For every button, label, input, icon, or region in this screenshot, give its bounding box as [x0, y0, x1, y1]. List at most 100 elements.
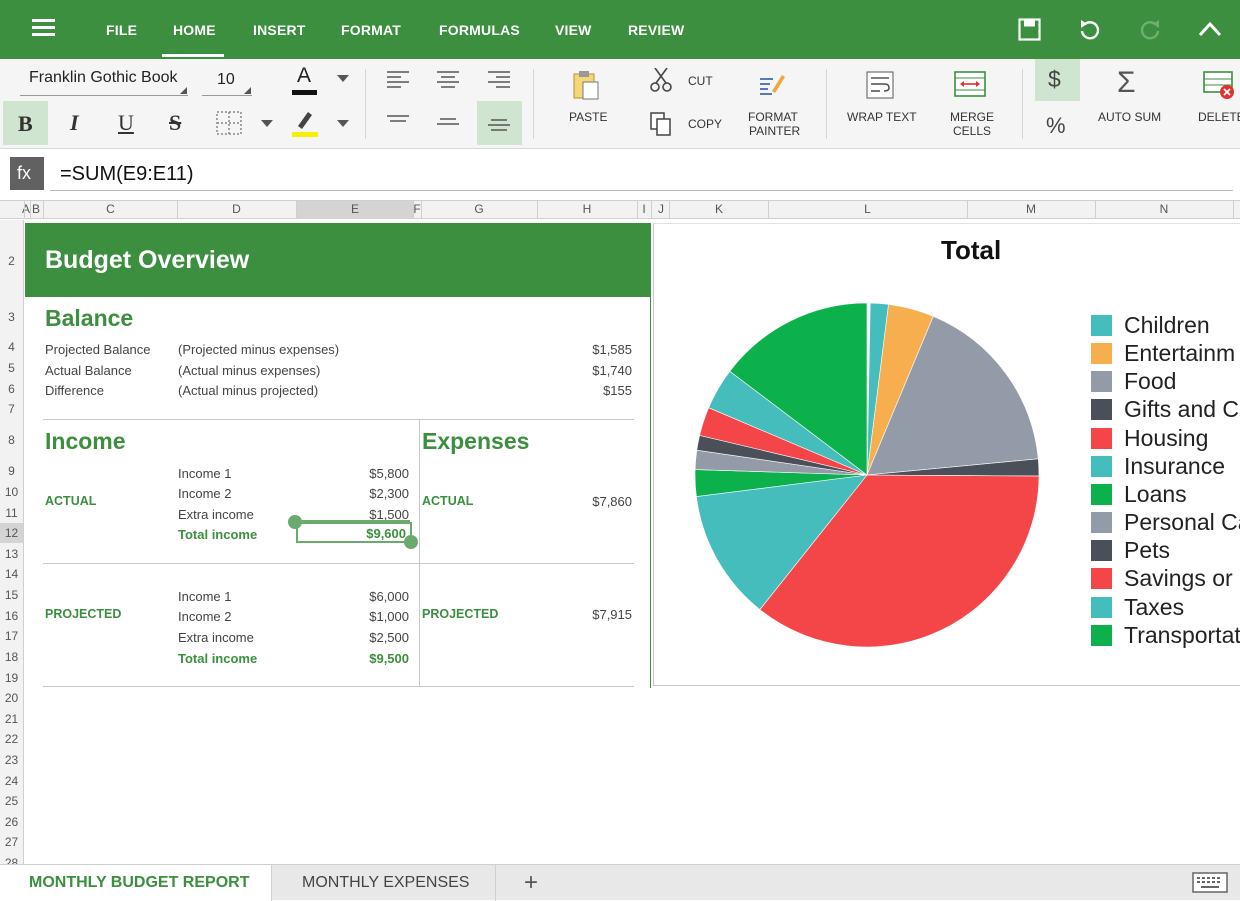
align-left-icon[interactable] — [387, 71, 409, 89]
income-item-value[interactable]: $1,000 — [369, 609, 409, 624]
font-size-select[interactable]: 10 — [202, 68, 252, 96]
wrap-text-label[interactable]: WRAP TEXT — [847, 110, 917, 124]
undo-icon[interactable] — [1078, 18, 1102, 42]
row-header[interactable]: 6 — [0, 382, 23, 396]
menu-review[interactable]: REVIEW — [628, 22, 684, 38]
menu-insert[interactable]: INSERT — [253, 22, 306, 38]
expenses-projected-value[interactable]: $7,915 — [592, 607, 632, 622]
balance-note[interactable]: (Projected minus expenses) — [178, 342, 339, 357]
keyboard-icon[interactable] — [1192, 872, 1228, 893]
row-header[interactable]: 8 — [0, 433, 23, 447]
menu-view[interactable]: VIEW — [555, 22, 592, 38]
tab-monthly-budget-report[interactable]: MONTHLY BUDGET REPORT — [0, 865, 272, 901]
balance-note[interactable]: (Actual minus expenses) — [178, 363, 320, 378]
row-header[interactable]: 3 — [0, 310, 23, 324]
income-item-label[interactable]: Income 2 — [178, 609, 231, 624]
sigma-icon[interactable]: Σ — [1117, 66, 1136, 100]
add-sheet-button[interactable]: + — [524, 869, 538, 897]
menu-home[interactable]: HOME — [173, 22, 216, 38]
column-header[interactable]: B — [30, 202, 42, 216]
align-middle-icon[interactable] — [437, 117, 459, 129]
wrap-text-icon[interactable] — [866, 71, 894, 99]
align-top-icon[interactable] — [387, 115, 409, 127]
row-header[interactable]: 25 — [0, 794, 23, 808]
borders-icon[interactable] — [216, 111, 242, 135]
menu-formulas[interactable]: FORMULAS — [439, 22, 520, 38]
strikethrough-button[interactable]: S — [169, 110, 181, 136]
row-header[interactable]: 22 — [0, 732, 23, 746]
cut-icon[interactable] — [650, 68, 672, 92]
column-header[interactable]: H — [537, 202, 637, 216]
font-name-select[interactable]: Franklin Gothic Book — [20, 68, 188, 96]
row-header[interactable]: 5 — [0, 361, 23, 375]
income-item-label[interactable]: Income 2 — [178, 486, 231, 501]
delete-cells-icon[interactable] — [1203, 71, 1235, 99]
row-header[interactable]: 11 — [0, 506, 23, 520]
row-header[interactable]: 15 — [0, 588, 23, 602]
row-header[interactable]: 13 — [0, 547, 23, 561]
balance-label[interactable]: Difference — [45, 383, 104, 398]
income-item-value[interactable]: $2,300 — [369, 486, 409, 501]
column-header[interactable]: I — [637, 202, 651, 216]
row-header[interactable]: 10 — [0, 485, 23, 499]
hamburger-menu-icon[interactable] — [32, 19, 56, 37]
balance-label[interactable]: Projected Balance — [45, 342, 151, 357]
column-header[interactable]: E — [296, 202, 414, 216]
merge-cells-icon[interactable] — [954, 71, 986, 97]
income-item-label[interactable]: Extra income — [178, 507, 254, 522]
column-header[interactable]: C — [44, 202, 177, 216]
balance-value[interactable]: $1,740 — [592, 363, 632, 378]
expenses-projected-label[interactable]: PROJECTED — [422, 607, 498, 621]
highlight-dropdown-icon[interactable] — [337, 120, 349, 127]
row-header[interactable]: 2 — [0, 254, 23, 268]
column-header[interactable]: D — [177, 202, 296, 216]
income-item-label[interactable]: Extra income — [178, 630, 254, 645]
paste-label[interactable]: PASTE — [569, 110, 607, 124]
total-income-value[interactable]: $9,500 — [369, 651, 409, 666]
total-income-label[interactable]: Total income — [178, 651, 257, 666]
column-header[interactable]: M — [967, 202, 1095, 216]
row-header[interactable]: 21 — [0, 712, 23, 726]
income-projected-label[interactable]: PROJECTED — [45, 607, 121, 621]
percent-button[interactable]: % — [1046, 113, 1066, 139]
row-header[interactable]: 7 — [0, 402, 23, 416]
column-header[interactable]: K — [670, 202, 768, 216]
row-header[interactable]: 16 — [0, 609, 23, 623]
row-header[interactable]: 23 — [0, 753, 23, 767]
income-item-value[interactable]: $2,500 — [369, 630, 409, 645]
column-header[interactable]: G — [421, 202, 537, 216]
font-color-button[interactable]: A — [290, 64, 318, 95]
copy-label[interactable]: COPY — [688, 117, 722, 131]
save-icon[interactable] — [1018, 18, 1041, 41]
auto-sum-label[interactable]: AUTO SUM — [1098, 110, 1161, 124]
bold-button[interactable]: B — [3, 101, 48, 145]
row-header[interactable]: 26 — [0, 815, 23, 829]
borders-dropdown-icon[interactable] — [261, 120, 273, 127]
expenses-actual-value[interactable]: $7,860 — [592, 494, 632, 509]
row-header[interactable]: 19 — [0, 671, 23, 685]
align-bottom-button[interactable] — [477, 101, 522, 145]
column-header[interactable]: N — [1095, 202, 1233, 216]
tab-monthly-expenses[interactable]: MONTHLY EXPENSES — [272, 865, 496, 901]
row-header[interactable]: 27 — [0, 835, 23, 849]
row-header[interactable]: 4 — [0, 340, 23, 354]
row-header[interactable]: 18 — [0, 650, 23, 664]
chevron-up-icon[interactable] — [1198, 20, 1222, 38]
redo-icon[interactable] — [1138, 18, 1162, 42]
column-header[interactable]: J — [653, 202, 669, 216]
row-header[interactable]: 14 — [0, 567, 23, 581]
selection-handle[interactable] — [404, 535, 418, 549]
balance-value[interactable]: $155 — [603, 383, 632, 398]
cut-label[interactable]: CUT — [688, 74, 713, 88]
total-income-label[interactable]: Total income — [178, 527, 257, 542]
balance-note[interactable]: (Actual minus projected) — [178, 383, 318, 398]
income-actual-label[interactable]: ACTUAL — [45, 494, 96, 508]
row-header[interactable]: 9 — [0, 464, 23, 478]
font-color-dropdown-icon[interactable] — [337, 75, 349, 82]
income-item-label[interactable]: Income 1 — [178, 466, 231, 481]
menu-file[interactable]: FILE — [106, 22, 137, 38]
paste-icon[interactable] — [572, 69, 602, 101]
selection-handle[interactable] — [288, 515, 302, 529]
format-painter-label-1[interactable]: FORMAT — [748, 110, 798, 124]
italic-button[interactable]: I — [70, 110, 79, 136]
